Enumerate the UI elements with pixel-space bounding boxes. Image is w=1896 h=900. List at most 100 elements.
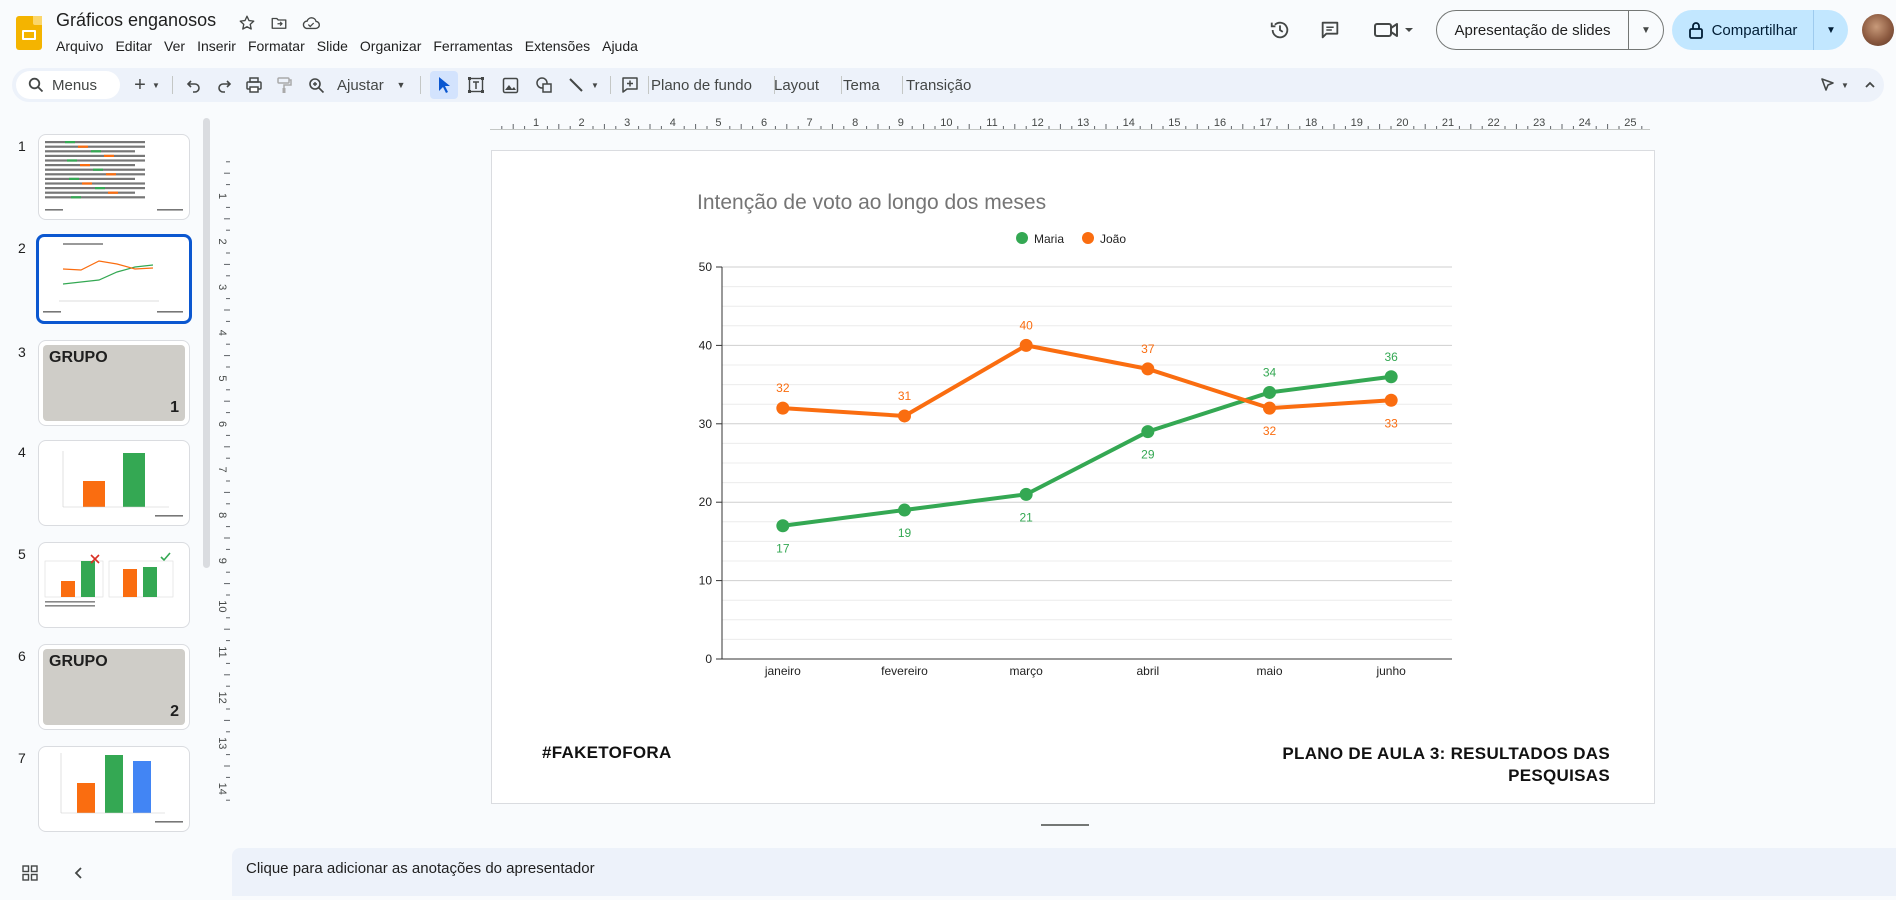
data-point-maria[interactable] (1019, 487, 1033, 501)
pen-dropdown-icon[interactable]: ▼ (1838, 68, 1852, 102)
slide-thumbnail-4[interactable] (38, 440, 190, 526)
slideshow-label[interactable]: Apresentação de slides (1437, 11, 1629, 49)
data-point-maria[interactable] (1384, 370, 1398, 384)
data-point-joao[interactable] (1263, 401, 1276, 415)
toolbar: Menus + ▼ Ajustar ▼ ▼ Plano de fundo Lay… (12, 68, 1884, 102)
menu-edit[interactable]: Editar (109, 36, 158, 56)
notes-resize-handle[interactable] (1041, 824, 1089, 826)
theme-button[interactable]: Tema (843, 68, 880, 102)
slide-thumbnail-2[interactable] (36, 234, 192, 324)
comments-icon[interactable] (1316, 16, 1344, 44)
speaker-notes[interactable]: Clique para adicionar as anotações do ap… (232, 848, 1896, 896)
search-menus-input[interactable]: Menus (16, 71, 120, 99)
transition-button[interactable]: Transição (906, 68, 971, 102)
version-history-icon[interactable] (1266, 16, 1294, 44)
layout-button[interactable]: Layout (774, 68, 819, 102)
cloud-saved-icon[interactable] (300, 12, 322, 34)
thumb-text-highlight (67, 159, 77, 162)
slide-thumbnail-1[interactable] (38, 134, 190, 220)
menu-format[interactable]: Formatar (242, 36, 311, 56)
avatar[interactable] (1862, 14, 1894, 46)
document-title[interactable]: Gráficos enganosos (56, 10, 216, 31)
ruler-label: 24 (1579, 117, 1591, 129)
data-point-maria[interactable] (776, 519, 790, 533)
zoom-select[interactable]: Ajustar (337, 68, 384, 102)
ruler-label: 11 (216, 646, 228, 657)
menu-view[interactable]: Ver (158, 36, 191, 56)
redo-icon[interactable] (210, 68, 238, 102)
speaker-notes-placeholder[interactable]: Clique para adicionar as anotações do ap… (246, 860, 595, 877)
data-point-joao[interactable] (1141, 362, 1155, 376)
shape-icon[interactable] (530, 68, 558, 102)
menu-arrange[interactable]: Organizar (354, 36, 427, 56)
data-point-joao[interactable] (898, 409, 911, 423)
ruler-label: 9 (216, 558, 228, 564)
new-slide-dropdown-icon[interactable]: ▼ (150, 68, 162, 102)
series-line-joao[interactable] (780, 343, 1394, 418)
zoom-icon[interactable] (302, 68, 330, 102)
data-point-maria[interactable] (898, 503, 911, 517)
filmstrip-scrollbar[interactable] (203, 118, 210, 568)
data-label-maria: 36 (1384, 350, 1398, 364)
star-icon[interactable] (236, 12, 258, 34)
ruler-label: 13 (216, 737, 228, 749)
line-tool-icon[interactable] (562, 68, 590, 102)
ruler-label: 6 (761, 117, 767, 129)
menu-bar: Arquivo Editar Ver Inserir Formatar Slid… (50, 36, 644, 56)
menu-help[interactable]: Ajuda (596, 36, 644, 56)
share-button[interactable]: Compartilhar ▼ (1672, 10, 1848, 50)
add-comment-icon[interactable] (616, 68, 644, 102)
select-cursor-icon[interactable] (430, 68, 458, 102)
menu-insert[interactable]: Inserir (191, 36, 242, 56)
slide-thumbnail-5[interactable] (38, 542, 190, 628)
slide-canvas[interactable]: Intenção de voto ao longo dos meses Maria… (491, 150, 1655, 804)
zoom-dropdown-icon[interactable]: ▼ (394, 68, 408, 102)
grid-view-icon[interactable] (22, 865, 38, 886)
slideshow-dropdown-icon[interactable]: ▼ (1629, 11, 1663, 49)
undo-icon[interactable] (180, 68, 208, 102)
line-dropdown-icon[interactable]: ▼ (588, 68, 602, 102)
slide-thumbnail-3[interactable]: GRUPO 1 (38, 340, 190, 426)
data-point-joao[interactable] (1384, 393, 1398, 407)
ruler-label: 4 (216, 330, 228, 336)
new-slide-plus-icon[interactable]: + (128, 68, 152, 102)
paint-format-icon[interactable] (270, 68, 298, 102)
slides-logo-icon[interactable] (16, 16, 42, 50)
data-point-maria[interactable] (1141, 425, 1155, 439)
meet-video-icon[interactable] (1370, 16, 1418, 44)
line-chart[interactable]: Intenção de voto ao longo dos meses Maria… (492, 151, 1656, 711)
data-label-joao: 32 (776, 381, 790, 395)
ruler-label: 19 (1351, 117, 1363, 129)
legend-label-joao: João (1100, 232, 1126, 246)
data-point-joao[interactable] (776, 401, 790, 415)
move-folder-icon[interactable] (268, 12, 290, 34)
vertical-ruler[interactable]: 1234567891011121314 (210, 150, 230, 810)
series-line-maria[interactable] (780, 374, 1394, 528)
thumb-text-line (45, 601, 95, 603)
data-point-joao[interactable] (1019, 338, 1033, 352)
print-icon[interactable] (240, 68, 268, 102)
text-box-icon[interactable] (462, 68, 490, 102)
footer-hashtag: #FAKETOFORA (542, 743, 672, 762)
slide-thumbnail-6[interactable]: GRUPO 2 (38, 644, 190, 730)
ruler-label: 12 (1031, 117, 1043, 129)
slide-number: 3 (18, 344, 26, 360)
menu-slide[interactable]: Slide (311, 36, 354, 56)
menu-file[interactable]: Arquivo (50, 36, 109, 56)
legend-label-maria: Maria (1034, 232, 1064, 246)
y-tick-label: 50 (699, 260, 713, 274)
share-dropdown-icon[interactable]: ▼ (1814, 10, 1848, 50)
slideshow-button[interactable]: Apresentação de slides ▼ (1436, 10, 1664, 50)
ruler-label: 2 (579, 117, 585, 129)
thumb-text-line (45, 150, 135, 153)
slide-thumbnail-7[interactable] (38, 746, 190, 832)
horizontal-ruler[interactable]: 1 2 3 4 5 6 7 8 9 10 11 12 13 14 15 16 17 18 19 20 21 22 23 24 2… (490, 116, 1650, 130)
collapse-filmstrip-icon[interactable] (72, 865, 84, 886)
menu-extensions[interactable]: Extensões (519, 36, 596, 56)
data-point-maria[interactable] (1263, 385, 1276, 399)
collapse-toolbar-icon[interactable] (1860, 68, 1880, 102)
menu-tools[interactable]: Ferramentas (427, 36, 518, 56)
background-button[interactable]: Plano de fundo (651, 68, 752, 102)
insert-image-icon[interactable] (496, 68, 524, 102)
thumb-bar (83, 481, 105, 507)
